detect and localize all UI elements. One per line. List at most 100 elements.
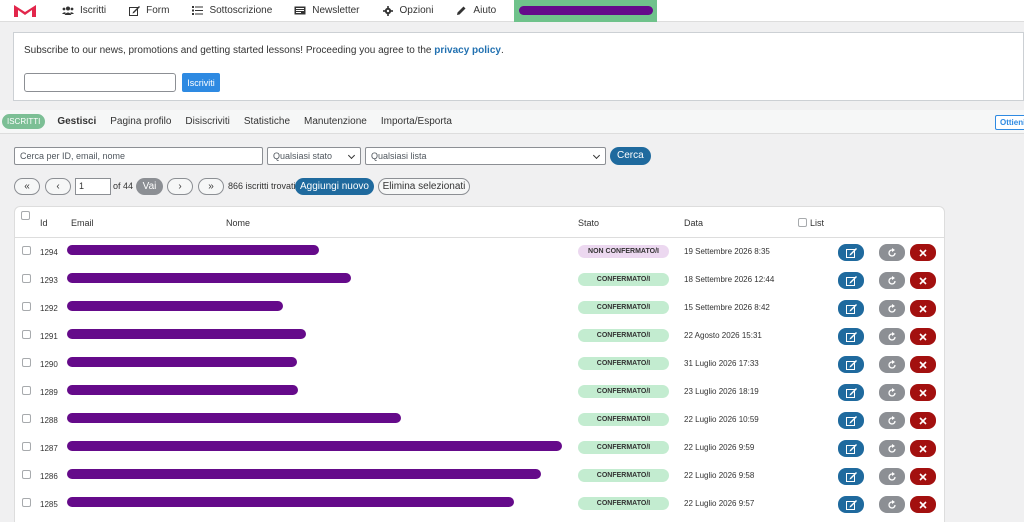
delete-button[interactable]	[910, 328, 936, 345]
row-checkbox[interactable]	[22, 274, 31, 283]
delete-button[interactable]	[910, 244, 936, 261]
col-header-email[interactable]: Email	[71, 218, 94, 228]
logo-icon[interactable]	[13, 4, 37, 18]
edit-button[interactable]	[838, 384, 864, 401]
delete-button[interactable]	[910, 300, 936, 317]
table-row[interactable]: 1290 CONFERMATO/I 31 Luglio 2026 17:33	[15, 350, 944, 378]
row-checkbox[interactable]	[22, 330, 31, 339]
edit-button[interactable]	[838, 244, 864, 261]
go-button[interactable]: Vai	[136, 178, 163, 195]
row-date: 31 Luglio 2026 17:33	[684, 359, 759, 368]
row-checkbox[interactable]	[22, 386, 31, 395]
subscribe-email-input[interactable]	[24, 73, 176, 92]
nav-item-iscritti[interactable]: Iscritti	[51, 0, 117, 22]
resend-button[interactable]	[879, 244, 905, 261]
prev-page-button[interactable]: ‹	[45, 178, 71, 195]
add-new-button[interactable]: Aggiungi nuovo	[295, 178, 374, 195]
edit-button[interactable]	[838, 300, 864, 317]
row-date: 22 Agosto 2026 15:31	[684, 331, 762, 340]
first-page-button[interactable]: «	[14, 178, 40, 195]
col-header-name[interactable]: Nome	[226, 218, 250, 228]
redacted-email-name	[67, 385, 298, 395]
delete-button[interactable]	[910, 496, 936, 513]
nav-item-newsletter[interactable]: Newsletter	[283, 0, 370, 22]
tab-importa-esporta[interactable]: Importa/Esporta	[379, 116, 454, 127]
get-button[interactable]: Ottieni	[995, 115, 1024, 130]
edit-icon	[845, 415, 857, 426]
list-checkbox[interactable]	[798, 218, 807, 227]
row-checkbox[interactable]	[22, 442, 31, 451]
row-checkbox[interactable]	[22, 470, 31, 479]
edit-icon	[845, 387, 857, 398]
privacy-policy-link[interactable]: privacy policy	[434, 45, 501, 56]
row-checkbox[interactable]	[22, 414, 31, 423]
table-row[interactable]: 1289 CONFERMATO/I 23 Luglio 2026 18:19	[15, 378, 944, 406]
table-row[interactable]: 1294 NON CONFERMATO/I 19 Settembre 2026 8:…	[15, 238, 944, 266]
resend-button[interactable]	[879, 300, 905, 317]
delete-button[interactable]	[910, 412, 936, 429]
tab-disiscriviti[interactable]: Disiscriviti	[183, 116, 231, 127]
resend-button[interactable]	[879, 412, 905, 429]
row-id: 1289	[40, 388, 58, 397]
table-row[interactable]: 1286 CONFERMATO/I 22 Luglio 2026 9:58	[15, 462, 944, 490]
select-all-checkbox[interactable]	[21, 211, 30, 220]
table-row[interactable]: 1288 CONFERMATO/I 22 Luglio 2026 10:59	[15, 406, 944, 434]
nav-item-opzioni[interactable]: Opzioni	[371, 0, 445, 22]
status-select[interactable]: Qualsiasi stato	[267, 147, 361, 165]
row-checkbox[interactable]	[22, 246, 31, 255]
edit-button[interactable]	[838, 496, 864, 513]
col-header-date[interactable]: Data	[684, 218, 703, 228]
redo-icon	[888, 303, 896, 313]
redacted-email-name	[67, 357, 297, 367]
delete-selected-button[interactable]: Elimina selezionati	[378, 178, 470, 195]
resend-button[interactable]	[879, 468, 905, 485]
nav-item-form[interactable]: Form	[117, 0, 180, 22]
search-input[interactable]: Cerca per ID, email, nome	[14, 147, 263, 165]
nav-item-active-redacted[interactable]	[514, 0, 658, 22]
redacted-email-name	[67, 441, 562, 451]
table-row[interactable]: 1287 CONFERMATO/I 22 Luglio 2026 9:59	[15, 434, 944, 462]
nav-item-sottoscrizione[interactable]: Sottoscrizione	[180, 0, 283, 22]
status-badge: CONFERMATO/I	[578, 357, 669, 370]
nav-item-aiuto[interactable]: Aiuto	[444, 0, 507, 22]
col-header-status[interactable]: Stato	[578, 218, 599, 228]
edit-button[interactable]	[838, 440, 864, 457]
list-select[interactable]: Qualsiasi lista	[365, 147, 606, 165]
resend-button[interactable]	[879, 272, 905, 289]
row-checkbox[interactable]	[22, 498, 31, 507]
resend-button[interactable]	[879, 496, 905, 513]
edit-button[interactable]	[838, 412, 864, 429]
edit-button[interactable]	[838, 272, 864, 289]
row-checkbox[interactable]	[22, 302, 31, 311]
search-button[interactable]: Cerca	[610, 147, 651, 165]
edit-button[interactable]	[838, 356, 864, 373]
tab-pagina-profilo[interactable]: Pagina profilo	[108, 116, 173, 127]
tab-manutenzione[interactable]: Manutenzione	[302, 116, 369, 127]
subscribe-button[interactable]: Iscriviti	[182, 73, 220, 92]
tab-statistiche[interactable]: Statistiche	[242, 116, 292, 127]
table-row[interactable]: 1285 CONFERMATO/I 22 Luglio 2026 9:57	[15, 490, 944, 518]
delete-button[interactable]	[910, 384, 936, 401]
row-checkbox[interactable]	[22, 358, 31, 367]
delete-button[interactable]	[910, 272, 936, 289]
table-row[interactable]: 1292 CONFERMATO/I 15 Settembre 2026 8:42	[15, 294, 944, 322]
tab-gestisci[interactable]: Gestisci	[55, 116, 98, 127]
resend-button[interactable]	[879, 384, 905, 401]
delete-button[interactable]	[910, 468, 936, 485]
resend-button[interactable]	[879, 328, 905, 345]
newspaper-icon	[294, 6, 306, 16]
resend-button[interactable]	[879, 356, 905, 373]
edit-button[interactable]	[838, 328, 864, 345]
next-page-button[interactable]: ›	[167, 178, 193, 195]
last-page-button[interactable]: »	[198, 178, 224, 195]
table-row[interactable]: 1291 CONFERMATO/I 22 Agosto 2026 15:31	[15, 322, 944, 350]
col-header-id[interactable]: Id	[40, 218, 48, 228]
edit-button[interactable]	[838, 468, 864, 485]
delete-button[interactable]	[910, 356, 936, 373]
resend-button[interactable]	[879, 440, 905, 457]
delete-button[interactable]	[910, 440, 936, 457]
table-row[interactable]: 1293 CONFERMATO/I 18 Settembre 2026 12:44	[15, 266, 944, 294]
subscribe-text-end: .	[500, 45, 504, 56]
page-input[interactable]: 1	[75, 178, 111, 195]
sub-tabs: ISCRITTI Gestisci Pagina profilo Disiscr…	[0, 110, 1024, 134]
